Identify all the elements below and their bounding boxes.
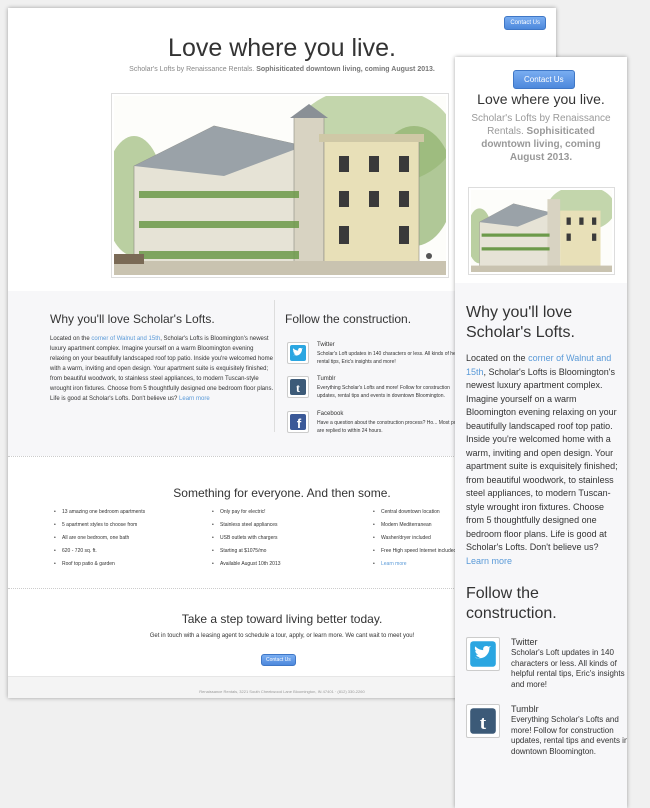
why-lead-text: Located on the (50, 336, 90, 342)
features-list-1: 13 amazing one bedroom apartments 5 apar… (54, 509, 145, 574)
social-desc-tumblr: Everything Scholar's Lofts and more! Fol… (317, 385, 450, 399)
features-learn-more-link[interactable]: Learn more (381, 561, 407, 567)
feature-item: 5 apartment styles to choose from (54, 522, 145, 535)
tumblr-icon[interactable]: t (466, 704, 500, 738)
mobile-why-heading: Why you'll love Scholar's Lofts. (466, 304, 575, 341)
feature-item: USB outlets with chargers (212, 535, 281, 548)
feature-item: Learn more (373, 561, 456, 574)
mobile-social-name-tumblr: Tumblr (511, 704, 539, 714)
mobile-follow-heading: Follow the construction. (466, 585, 557, 622)
contact-us-button-top[interactable]: Contact Us (504, 16, 546, 30)
feature-item: Starting at $1075/mo (212, 548, 281, 561)
mobile-page-title: Love where you live. (477, 91, 605, 107)
mobile-social-name-twitter: Twitter (511, 637, 538, 647)
why-paragraph: Located on the corner of Walnut and 15th… (50, 334, 275, 404)
contact-us-button-bottom[interactable]: Contact Us (261, 654, 296, 666)
svg-text:t: t (480, 713, 487, 734)
mobile-why-lead: Located on the (466, 353, 526, 363)
feature-item: All are one bedroom, one bath (54, 535, 145, 548)
twitter-icon[interactable] (466, 637, 500, 671)
feature-item: Stainless steel appliances (212, 522, 281, 535)
mobile-social-desc-twitter: Scholar's Loft updates in 140 characters… (511, 648, 625, 689)
social-desc-twitter: Scholar's Loft updates in 140 characters… (317, 351, 465, 365)
feature-item: 13 amazing one bedroom apartments (54, 509, 145, 522)
hero-building-image (104, 86, 454, 278)
mobile-contact-us-button[interactable]: Contact Us (513, 70, 575, 89)
feature-item: 620 - 720 sq. ft. (54, 548, 145, 561)
why-learn-more-link[interactable]: Learn more (179, 396, 210, 402)
feature-item: Only pay for electric! (212, 509, 281, 522)
svg-text:f: f (297, 416, 302, 431)
feature-item: Roof top patio & garden (54, 561, 145, 574)
social-name-tumblr: Tumblr (317, 376, 336, 382)
feature-item: Modern Mediterranean (373, 522, 456, 535)
why-heading: Why you'll love Scholar's Lofts. (50, 312, 215, 326)
social-name-facebook: Facebook (317, 411, 344, 417)
why-body-text: , Scholar's Lofts is Bloomington's newes… (50, 336, 274, 402)
column-divider (274, 300, 275, 432)
social-desc-facebook: Have a question about the construction p… (317, 420, 463, 434)
location-link[interactable]: corner of Walnut and 15th (91, 336, 160, 342)
mobile-social-desc-tumblr: Everything Scholar's Lofts and more! Fol… (511, 715, 627, 756)
mobile-preview: Contact Us Love where you live. Scholar'… (455, 57, 627, 808)
building-illustration (104, 86, 454, 275)
mobile-building-illustration (466, 185, 616, 272)
social-name-twitter: Twitter (317, 342, 335, 348)
mobile-page-subtitle: Scholar's Lofts by Renaissance Rentals. … (465, 112, 617, 164)
features-list-2: Only pay for electric! Stainless steel a… (212, 509, 281, 574)
mobile-why-paragraph: Located on the corner of Walnut and 15th… (466, 352, 621, 568)
mobile-why-body: , Scholar's Lofts is Bloomington's newes… (466, 366, 618, 553)
feature-item: Washer/dryer included (373, 535, 456, 548)
feature-item: Free High speed Internet included (373, 548, 456, 561)
mobile-hero-image (466, 185, 616, 275)
facebook-icon[interactable]: f (287, 411, 309, 433)
feature-item: Available August 10th 2013 (212, 561, 281, 574)
subtitle-bold: Sophisiticated downtown living, coming A… (256, 66, 435, 73)
tumblr-icon[interactable]: t (287, 376, 309, 398)
follow-heading: Follow the construction. (285, 312, 412, 326)
svg-text:t: t (296, 381, 300, 395)
subtitle-plain: Scholar's Lofts by Renaissance Rentals. (129, 66, 255, 73)
features-list-3: Central downtown location Modern Mediter… (373, 509, 456, 574)
mobile-learn-more-link[interactable]: Learn more (466, 556, 512, 566)
twitter-icon[interactable] (287, 342, 309, 364)
feature-item: Central downtown location (373, 509, 456, 522)
